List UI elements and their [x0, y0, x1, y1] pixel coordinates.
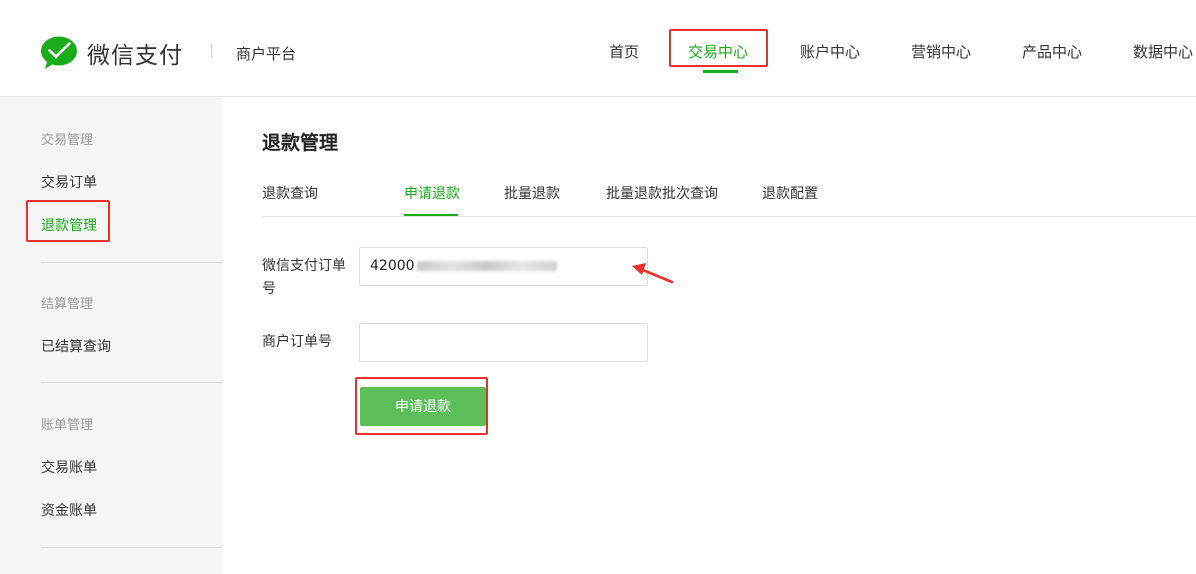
active-nav-indicator: [703, 70, 738, 73]
refund-tabs: 退款查询 申请退款 批量退款 批量退款批次查询 退款配置: [262, 183, 1196, 217]
nav-product-center[interactable]: 产品中心: [1022, 41, 1082, 62]
nav-trade-center[interactable]: 交易中心: [688, 41, 748, 62]
merchant-order-input[interactable]: [359, 323, 648, 362]
tab-refund-config[interactable]: 退款配置: [762, 183, 818, 203]
wechat-order-input[interactable]: 42000: [359, 247, 648, 286]
sidebar-item-trade-bill[interactable]: 交易账单: [41, 457, 97, 477]
sidebar-divider: [41, 547, 222, 548]
sidebar-item-refund-management[interactable]: 退款管理: [41, 215, 97, 235]
sidebar-group-trade: 交易管理: [41, 133, 94, 148]
sidebar-divider: [41, 262, 222, 263]
sidebar-item-trade-orders[interactable]: 交易订单: [41, 172, 97, 192]
tab-refund-query[interactable]: 退款查询: [262, 183, 318, 203]
tab-apply-refund[interactable]: 申请退款: [404, 183, 460, 203]
nav-data-center[interactable]: 数据中心: [1133, 41, 1193, 62]
page-title: 退款管理: [262, 132, 339, 154]
wechat-order-label: 微信支付订单号: [262, 258, 346, 297]
nav-home[interactable]: 首页: [609, 41, 639, 62]
top-header: 微信支付 商户平台 首页 交易中心 账户中心 营销中心 产品中心 数据中心: [0, 0, 1196, 97]
sidebar-group-settlement: 结算管理: [41, 297, 94, 312]
redacted-order-digits: [416, 261, 557, 271]
active-tab-indicator: [404, 214, 458, 216]
main-content: 退款管理 退款查询 申请退款 批量退款 批量退款批次查询 退款配置 微信支付订单…: [222, 97, 1196, 574]
top-navigation: 首页 交易中心 账户中心 营销中心 产品中心 数据中心: [0, 41, 1196, 71]
nav-marketing-center[interactable]: 营销中心: [911, 41, 971, 62]
apply-refund-button[interactable]: 申请退款: [360, 387, 486, 426]
sidebar-group-bills: 账单管理: [41, 418, 94, 433]
nav-account-center[interactable]: 账户中心: [800, 41, 860, 62]
wechat-order-value: 42000: [370, 258, 415, 274]
sidebar-item-fund-bill[interactable]: 资金账单: [41, 500, 97, 520]
tab-batch-refund[interactable]: 批量退款: [504, 183, 560, 203]
merchant-order-label: 商户订单号: [262, 334, 332, 350]
tab-batch-refund-query[interactable]: 批量退款批次查询: [606, 183, 718, 203]
red-arrow-icon: [632, 263, 674, 284]
sidebar-item-settled-query[interactable]: 已结算查询: [41, 336, 111, 356]
sidebar-divider: [41, 382, 222, 383]
sidebar: 交易管理 交易订单 退款管理 结算管理 已结算查询 账单管理 交易账单 资金账单: [0, 97, 222, 574]
